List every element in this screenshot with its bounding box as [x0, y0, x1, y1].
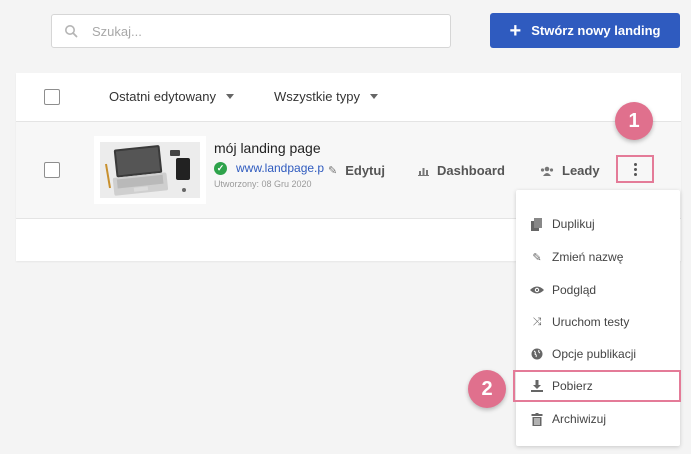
- search-input[interactable]: [92, 23, 412, 39]
- leads-label: Leady: [562, 163, 600, 178]
- menu-item-archive[interactable]: Archiwizuj: [516, 403, 680, 435]
- dashboard-label: Dashboard: [437, 163, 505, 178]
- step-badge-2: 2: [468, 370, 506, 408]
- globe-icon: [531, 348, 543, 360]
- pencil-icon: ✎: [328, 165, 338, 177]
- menu-item-label: Podgląd: [552, 283, 597, 297]
- landing-url-line: ✓ www.landpage.p: [214, 161, 324, 175]
- bar-chart-icon: [418, 167, 429, 176]
- trash-icon: [531, 412, 543, 426]
- options-menu: Duplikuj ✎ Zmień nazwę Podgląd ⤨ Uruchom…: [513, 190, 681, 446]
- copy-icon: [531, 217, 542, 231]
- edit-label: Edytuj: [345, 163, 385, 178]
- dashboard-button[interactable]: Dashboard: [418, 163, 505, 178]
- step-badge-1: 1: [615, 102, 653, 140]
- type-dropdown[interactable]: Wszystkie typy: [274, 89, 378, 104]
- landing-url-link[interactable]: www.landpage.p: [236, 161, 324, 175]
- select-all-checkbox[interactable]: [44, 89, 60, 105]
- edit-icon: ✎: [532, 251, 542, 264]
- menu-item-preview[interactable]: Podgląd: [516, 274, 680, 306]
- menu-item-label: Opcje publikacji: [552, 347, 637, 361]
- menu-item-label: Archiwizuj: [552, 412, 607, 426]
- edit-button[interactable]: ✎ Edytuj: [328, 163, 385, 178]
- menu-item-label: Zmień nazwę: [552, 250, 624, 264]
- chevron-down-icon: [225, 94, 234, 99]
- create-landing-label: Stwórz nowy landing: [531, 23, 661, 38]
- plus-icon: +: [509, 19, 522, 42]
- search-box[interactable]: [51, 14, 451, 48]
- laptop-photo: [100, 142, 200, 198]
- download-icon: [531, 380, 543, 392]
- more-options-button[interactable]: [616, 155, 654, 183]
- landing-thumbnail[interactable]: [94, 136, 206, 204]
- users-icon: [540, 166, 554, 176]
- chevron-down-icon: [369, 94, 378, 99]
- menu-item-label: Pobierz: [552, 379, 593, 393]
- landing-title[interactable]: mój landing page: [214, 140, 321, 156]
- check-circle-icon: ✓: [214, 161, 227, 175]
- menu-item-download[interactable]: Pobierz: [513, 370, 681, 402]
- leads-button[interactable]: Leady: [540, 163, 600, 178]
- menu-item-run-tests[interactable]: ⤨ Uruchom testy: [516, 306, 680, 338]
- eye-icon: [530, 286, 544, 294]
- menu-item-rename[interactable]: ✎ Zmień nazwę: [516, 241, 680, 273]
- search-icon: [65, 25, 78, 38]
- sort-dropdown-label: Ostatni edytowany: [109, 89, 216, 104]
- create-landing-button[interactable]: + Stwórz nowy landing: [490, 13, 680, 48]
- menu-item-label: Uruchom testy: [552, 315, 630, 329]
- row-checkbox[interactable]: [44, 162, 60, 178]
- created-date: Utworzony: 08 Gru 2020: [214, 179, 312, 189]
- menu-item-duplicate[interactable]: Duplikuj: [516, 208, 680, 240]
- kebab-icon: [633, 162, 637, 176]
- shuffle-icon: ⤨: [532, 315, 542, 328]
- type-dropdown-label: Wszystkie typy: [274, 89, 360, 104]
- filter-bar: Ostatni edytowany Wszystkie typy: [16, 73, 681, 122]
- sort-dropdown[interactable]: Ostatni edytowany: [109, 89, 234, 104]
- menu-item-publish-options[interactable]: Opcje publikacji: [516, 338, 680, 370]
- menu-item-label: Duplikuj: [552, 217, 595, 231]
